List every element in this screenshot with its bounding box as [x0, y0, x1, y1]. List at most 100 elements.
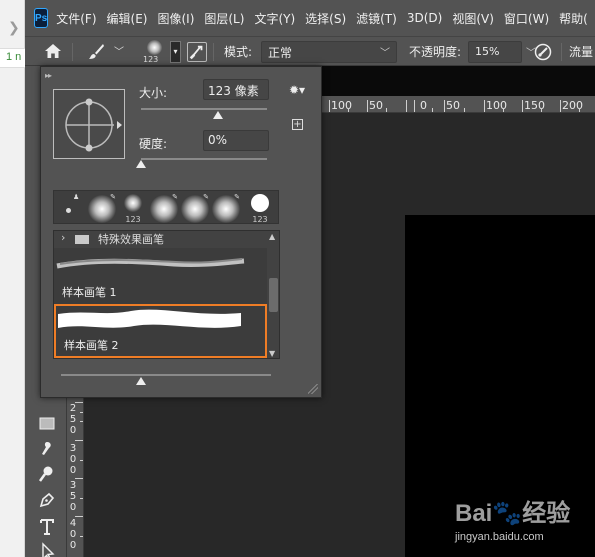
menu-filter[interactable]: 滤镜(T) [356, 10, 397, 27]
brush-preset-name: 样本画笔 2 [64, 339, 119, 352]
mode-value: 正常 [268, 46, 293, 60]
menu-edit[interactable]: 编辑(E) [107, 10, 148, 27]
chevron-right-icon[interactable]: › [61, 231, 65, 244]
recent-brush[interactable]: ♟ [57, 193, 87, 223]
brush-icon[interactable] [87, 43, 105, 61]
mode-select[interactable]: 正常 ﹀ [261, 41, 397, 63]
photoshop-logo: Ps [34, 8, 49, 28]
preview-size-slider-thumb[interactable] [135, 377, 146, 385]
brush-preset-item[interactable]: 样本画笔 1 [54, 249, 267, 303]
recent-brush[interactable]: ✎ [180, 193, 210, 223]
pressure-pen-icon: ♟ [73, 193, 80, 201]
new-preset-icon[interactable]: + [292, 119, 303, 130]
scrollbar-thumb[interactable] [269, 278, 278, 312]
dodge-tool-icon[interactable] [37, 464, 57, 484]
hard-brush-tip [251, 194, 269, 212]
menu-bar: Ps 文件(F) 编辑(E) 图像(I) 图层(L) 文字(Y) 选择(S) 滤… [25, 0, 595, 36]
hard-brush-tip [66, 208, 71, 213]
vertical-ruler: 2 5 0 3 0 0 3 5 0 4 0 0 [67, 398, 84, 557]
watermark-url: jingyan.baidu.com [455, 531, 544, 543]
scroll-down-icon[interactable]: ▼ [269, 349, 275, 358]
brush-preset-name: 样本画笔 1 [62, 286, 117, 299]
size-label: 大小: [139, 86, 168, 100]
rectangle-tool-icon[interactable] [37, 413, 57, 433]
menu-help[interactable]: 帮助( [559, 10, 588, 27]
menu-image[interactable]: 图像(I) [157, 10, 194, 27]
size-slider-track[interactable] [141, 108, 267, 110]
ruler-tick [560, 100, 561, 112]
brush-settings-icon[interactable] [187, 42, 207, 62]
pen-tool-icon[interactable] [37, 490, 57, 510]
brush-preset-picker-panel: ▸▸ 大小: 123 像素 硬度: 0% ✹▾ + ♟ ✎ 123 ✎ ✎ ✎ … [40, 66, 322, 398]
opacity-value: 15% [475, 45, 500, 58]
soft-brush-tip [147, 40, 162, 55]
ruler-tick [464, 108, 465, 112]
hardness-slider-thumb[interactable] [136, 160, 146, 168]
ruler-digit: 3 [69, 480, 77, 491]
ruler-tick [541, 108, 542, 112]
brush-preset-item-selected[interactable]: 样本画笔 2 [54, 304, 267, 358]
ruler-tick [503, 108, 504, 112]
ruler-tick [444, 100, 445, 112]
hardness-slider-track[interactable] [141, 158, 267, 160]
ruler-tick [80, 460, 83, 461]
panel-collapse-grip[interactable]: ▸▸ [45, 71, 52, 80]
ruler-digit: 0 [69, 465, 77, 476]
brush-group-row[interactable]: › 特殊效果画笔 [54, 231, 267, 248]
menu-view[interactable]: 视图(V) [452, 10, 494, 27]
ruler-tick [414, 100, 415, 112]
recent-brush[interactable]: ✎ [149, 193, 179, 223]
recent-brush[interactable]: 123 [118, 193, 148, 224]
menu-select[interactable]: 选择(S) [305, 10, 346, 27]
opacity-input[interactable]: 15% ﹀ [468, 41, 536, 63]
ruler-digit: 0 [69, 425, 77, 436]
menu-window[interactable]: 窗口(W) [504, 10, 549, 27]
pressure-pen-icon: ✎ [203, 193, 209, 201]
path-selection-icon[interactable] [37, 542, 57, 557]
brush-presets-list: › 特殊效果画笔 样本画笔 1 样本画笔 2 ▲ ▼ [53, 230, 280, 359]
ruler-tick [329, 100, 330, 112]
brush-angle-roundness-preview[interactable] [53, 89, 125, 159]
brush-stroke-preview [56, 258, 245, 269]
divider [72, 43, 73, 61]
opacity-label: 不透明度: [409, 45, 462, 59]
menu-type[interactable]: 文字(Y) [254, 10, 295, 27]
flow-label: 流量 [569, 45, 594, 59]
type-tool-icon[interactable] [37, 517, 57, 537]
ruler-tick [367, 100, 368, 112]
ruler-tick [432, 108, 433, 112]
brush-size-caption: 123 [252, 215, 268, 224]
brush-preset-picker-toggle[interactable]: ▾ [170, 41, 181, 63]
ruler-digit: 0 [69, 454, 77, 465]
preview-size-slider-track[interactable] [61, 374, 271, 376]
menu-file[interactable]: 文件(F) [56, 10, 96, 27]
ruler-tick [75, 516, 83, 517]
pressure-icon[interactable] [534, 43, 552, 61]
ruler-digit: 3 [69, 443, 77, 454]
recent-brush[interactable]: ✎ [87, 193, 117, 223]
brush-size-caption: 123 [143, 55, 159, 64]
chevron-down-icon[interactable]: ﹀ [114, 43, 124, 58]
ruler-digit: 5 [69, 414, 77, 425]
menu-layer[interactable]: 图层(L) [204, 10, 244, 27]
outer-window-edge: ❯ 1 n [0, 0, 25, 557]
list-scrollbar[interactable]: ▲ ▼ [267, 231, 279, 358]
resize-grip[interactable] [308, 384, 318, 394]
scroll-up-icon[interactable]: ▲ [269, 232, 275, 241]
home-icon[interactable] [45, 44, 61, 58]
size-input[interactable]: 123 像素 [203, 79, 269, 100]
recent-brush[interactable]: 123 [245, 193, 275, 224]
divider [213, 43, 214, 61]
size-slider-thumb[interactable] [212, 111, 223, 119]
browser-tab-fragment[interactable]: 1 n [0, 48, 25, 68]
recent-brush[interactable]: ✎ [211, 193, 241, 223]
hardness-input[interactable]: 0% [203, 130, 269, 151]
ruler-tick [348, 108, 349, 112]
pressure-pen-icon: ✎ [110, 193, 116, 201]
ruler-tick [80, 412, 83, 413]
gear-icon[interactable]: ✹▾ [289, 83, 305, 97]
smudge-tool-icon[interactable] [37, 439, 57, 459]
chevron-right-icon[interactable]: ❯ [8, 20, 20, 36]
ruler-label: 0 [420, 99, 427, 112]
menu-3d[interactable]: 3D(D) [407, 11, 442, 25]
